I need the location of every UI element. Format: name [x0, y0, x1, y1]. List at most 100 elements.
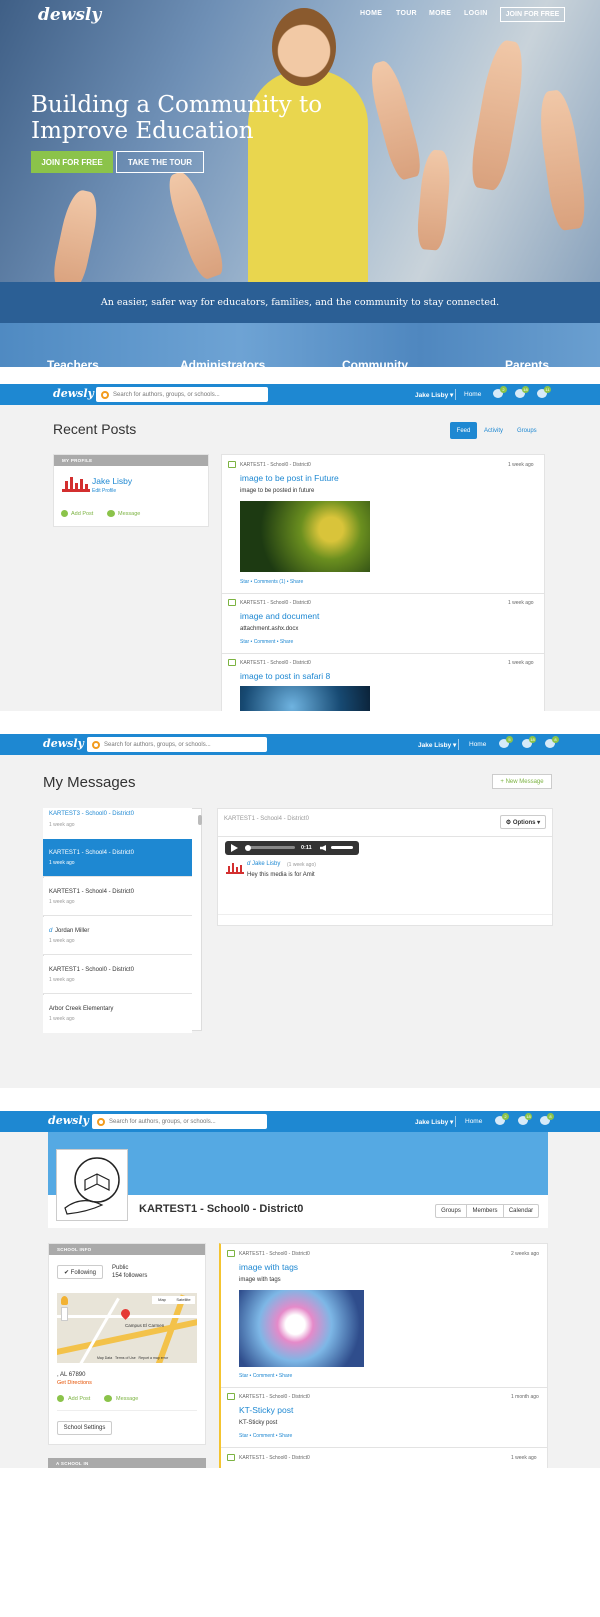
nav-login[interactable]: LOGIN — [464, 10, 488, 17]
message-text: Hey this media is for Amit — [247, 872, 315, 878]
post-title[interactable]: KT-Sticky post — [239, 1405, 293, 1415]
notification-icon[interactable]: 5 — [499, 736, 513, 748]
volume-slider[interactable] — [331, 846, 353, 849]
messages-icon[interactable]: 18 — [515, 386, 529, 398]
nav-home[interactable]: HOME — [360, 10, 382, 17]
app-header: dewsly Search for authors, groups, or sc… — [0, 384, 600, 405]
search-input[interactable]: Search for authors, groups, or schools..… — [87, 737, 267, 752]
get-directions-link[interactable]: Get Directions — [57, 1380, 92, 1386]
post-time: 1 week ago — [511, 1455, 537, 1461]
messages-icon[interactable]: 18 — [522, 736, 536, 748]
new-message-button[interactable]: + New Message — [492, 774, 552, 789]
hero-logo[interactable]: dewsly — [38, 5, 101, 25]
tagline-band: An easier, safer way for educators, fami… — [0, 282, 600, 323]
sender-name[interactable]: Jake Lisby — [252, 861, 280, 867]
hero-headline: Building a Community to Improve Educatio… — [31, 92, 323, 144]
nav-join-button[interactable]: JOIN FOR FREE — [500, 7, 565, 22]
post-image[interactable] — [239, 1290, 364, 1367]
post-image[interactable] — [240, 686, 370, 712]
tab-feed[interactable]: Feed — [450, 422, 477, 439]
tab-calendar[interactable]: Calendar — [503, 1204, 539, 1218]
home-link[interactable]: Home — [465, 1118, 482, 1125]
hero-photo-teacher-head — [272, 8, 336, 86]
thread-item[interactable]: Arbor Creek Elementary 1 week ago — [43, 995, 192, 1033]
post-actions[interactable]: Star • Comment • Share — [239, 1373, 292, 1379]
satellite-button[interactable]: Satellite — [172, 1296, 195, 1304]
volume-icon[interactable] — [320, 845, 326, 851]
search-icon — [92, 740, 100, 749]
app-logo[interactable]: dewsly — [53, 387, 94, 400]
post-body: KT-Sticky post — [239, 1420, 278, 1426]
school-info-header: SCHOOL INFO — [49, 1244, 205, 1255]
message-icon — [107, 510, 115, 517]
plus-icon — [57, 1395, 64, 1402]
post-time: 1 week ago — [508, 462, 534, 468]
post-title[interactable]: image and document — [240, 611, 319, 621]
scrollbar[interactable] — [198, 815, 202, 825]
alerts-icon[interactable]: 11 — [537, 386, 551, 398]
dewsly-user-icon: d — [247, 861, 251, 867]
options-button[interactable]: ⚙ Options ▾ — [500, 815, 546, 829]
audio-player[interactable]: 0:11 — [225, 841, 359, 855]
post-body: image to be posted in future — [240, 488, 315, 494]
zoom-control[interactable] — [61, 1307, 68, 1321]
alerts-icon[interactable]: 8 — [545, 736, 559, 748]
nav-more[interactable]: MORE — [429, 10, 451, 17]
search-icon — [97, 1117, 105, 1126]
tab-groups[interactable]: Groups — [517, 428, 537, 434]
app-logo[interactable]: dewsly — [43, 737, 84, 750]
user-menu[interactable]: Jake Lisby ▾ — [415, 1118, 453, 1126]
message-link[interactable]: Message — [116, 1396, 138, 1402]
message-link[interactable]: Message — [118, 511, 140, 517]
edit-icon — [228, 599, 236, 606]
user-menu[interactable]: Jake Lisby ▾ — [415, 391, 453, 399]
app-logo[interactable]: dewsly — [48, 1114, 89, 1127]
home-link[interactable]: Home — [464, 391, 481, 398]
post-actions[interactable]: Star • Comment • Share — [239, 1433, 292, 1439]
map-button[interactable]: Map — [152, 1296, 172, 1304]
search-input[interactable]: Search for authors, groups, or schools..… — [96, 387, 268, 402]
home-link[interactable]: Home — [469, 741, 486, 748]
tab-groups[interactable]: Groups — [435, 1204, 467, 1218]
post-title[interactable]: image to be post in Future — [240, 473, 339, 483]
messages-icon[interactable]: 18 — [518, 1113, 532, 1125]
street-view-icon[interactable] — [61, 1296, 68, 1305]
nav-tour[interactable]: TOUR — [396, 10, 417, 17]
add-post-link[interactable]: Add Post — [68, 1396, 90, 1402]
post-actions[interactable]: Star • Comment • Share — [240, 639, 293, 645]
thread-item[interactable]: Jordan Miller d 1 week ago — [43, 917, 192, 955]
seek-bar[interactable] — [245, 846, 295, 849]
following-button[interactable]: ✔ Following — [57, 1265, 103, 1279]
search-input[interactable]: Search for authors, groups, or schools..… — [92, 1114, 267, 1129]
thread-item[interactable]: KARTEST1 - School0 - District0 1 week ag… — [43, 956, 192, 994]
post-actions[interactable]: Star • Comments (1) • Share — [240, 579, 303, 585]
join-for-free-button[interactable]: JOIN FOR FREE — [31, 151, 113, 173]
tab-members[interactable]: Members — [466, 1204, 504, 1218]
school-name: KARTEST1 - School0 - District0 — [139, 1203, 304, 1215]
thread-item-selected[interactable]: KARTEST1 - School4 - District0 1 week ag… — [43, 839, 192, 877]
profile-name[interactable]: Jake Lisby — [92, 476, 132, 486]
take-the-tour-button[interactable]: TAKE THE TOUR — [116, 151, 204, 173]
avatar[interactable] — [62, 475, 90, 493]
post-meta: KARTEST1 - School0 - District0 — [240, 600, 311, 606]
school-settings-button[interactable]: School Settings — [57, 1421, 112, 1435]
tab-activity[interactable]: Activity — [484, 428, 503, 434]
post-body: image with tags — [239, 1277, 281, 1283]
notification-icon[interactable]: 2 — [495, 1113, 509, 1125]
edit-profile-link[interactable]: Edit Profile — [92, 488, 116, 494]
post-meta: KARTEST1 - School0 - District0 — [240, 660, 311, 666]
hero-section: dewsly HOME TOUR MORE LOGIN JOIN FOR FRE… — [0, 0, 600, 282]
alerts-icon[interactable]: 8 — [540, 1113, 554, 1125]
post-title[interactable]: image to post in safari 8 — [240, 671, 330, 681]
location-map[interactable]: Campus El Carmen Map Satellite Map Data … — [57, 1293, 197, 1363]
add-post-link[interactable]: Add Post — [71, 511, 93, 517]
user-menu[interactable]: Jake Lisby ▾ — [418, 741, 456, 749]
post-time: 2 weeks ago — [511, 1251, 540, 1257]
post-title[interactable]: image with tags — [239, 1262, 298, 1272]
post-image[interactable] — [240, 501, 370, 572]
page-title: Recent Posts — [53, 421, 137, 437]
notification-icon[interactable]: 2 — [493, 386, 507, 398]
play-icon[interactable] — [231, 844, 238, 852]
post-body[interactable]: attachment.ashx.docx — [240, 626, 298, 632]
thread-item[interactable]: KARTEST1 - School4 - District0 1 week ag… — [43, 878, 192, 916]
